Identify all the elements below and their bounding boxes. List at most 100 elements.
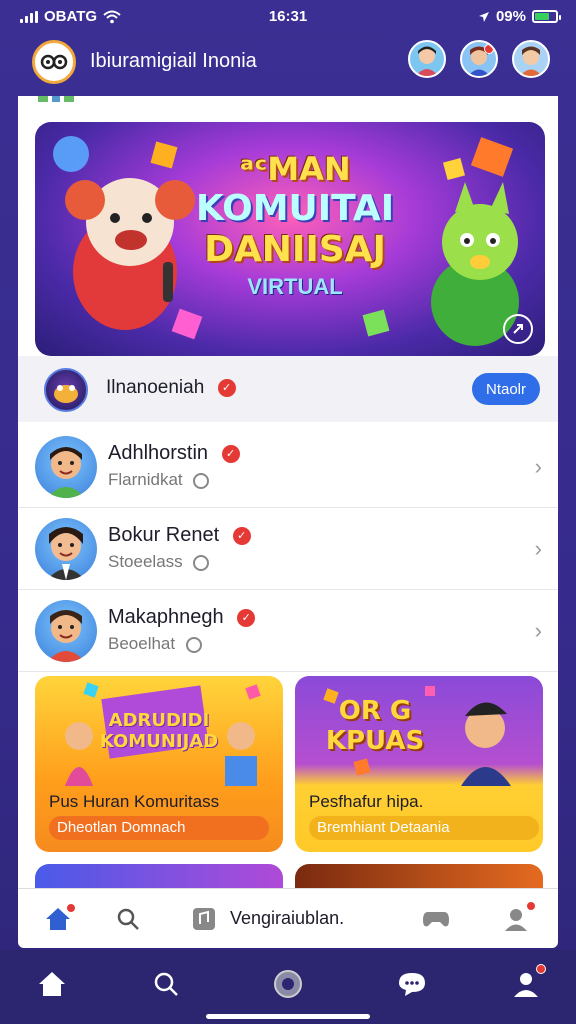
tab-center[interactable] (268, 964, 308, 1004)
promo-subtitle: Bremhiant Detaania (309, 816, 539, 840)
list-item-subtitle-text: Flarnidkat (108, 470, 183, 489)
speaker-icon (193, 472, 210, 489)
chat-bubble-icon (399, 973, 425, 996)
channel-row[interactable]: Ilnanoeniah ✓ Ntaolr (18, 356, 558, 422)
list-item-subtitle-text: Stoeelass (108, 552, 183, 571)
person-avatar-icon (47, 447, 85, 498)
list-item-name-text: Bokur Renet (108, 524, 220, 546)
promo-subtitle: Dheotlan Domnach (49, 816, 269, 840)
channel-name: Ilnanoeniah ✓ (106, 377, 236, 399)
hero-line-4: VIRTUAL (247, 274, 343, 299)
user-list: Adhlhorstin ✓ Flarnidkat › Bokur Renet ✓… (18, 426, 558, 672)
list-item-subtitle: Flarnidkat (108, 470, 210, 490)
search-icon[interactable] (112, 903, 144, 935)
home-icon (39, 972, 65, 996)
tab-profile[interactable] (506, 964, 546, 1004)
promo-art-text: OR G KPUAS (295, 696, 455, 756)
hero-line-1: ᵃᶜMAN (239, 150, 351, 188)
list-item-subtitle: Stoeelass (108, 552, 210, 572)
hero-line-2: KOMUITAI (195, 188, 395, 229)
status-bar: OBATG 16:31 09% (0, 0, 576, 34)
hero-banner[interactable]: ᵃᶜMAN KOMUITAI DANIISAJ VIRTUAL (35, 122, 545, 356)
chevron-right-icon: › (534, 618, 542, 643)
controller-icon (423, 912, 449, 927)
header-avatar-1[interactable] (408, 40, 446, 78)
search-icon (154, 972, 178, 996)
music-box-icon (193, 908, 215, 930)
channel-action-button[interactable]: Ntaolr (472, 373, 540, 405)
avatar (35, 600, 97, 662)
promo-card[interactable]: OR G KPUAS Pesfhafur hipa. Bremhiant Det… (295, 676, 543, 852)
verified-badge-icon: ✓ (232, 526, 251, 545)
channel-name-text: Ilnanoeniah (106, 377, 205, 398)
promo-title: Pesfhafur hipa. (309, 792, 424, 811)
list-item[interactable]: Bokur Renet ✓ Stoeelass › (18, 508, 558, 590)
promo-art-text-value: OR G KPUAS (325, 696, 425, 756)
promo-subtitle-text: Bremhiant Detaania (317, 819, 450, 836)
list-item-name: Makaphnegh ✓ (108, 606, 256, 629)
home-indicator (206, 1014, 370, 1019)
app-title: Ibiuramigiail Inonia (90, 50, 257, 72)
tab-messages[interactable] (392, 964, 432, 1004)
avatar (35, 518, 97, 580)
bottom-tab-bar (0, 950, 576, 1024)
speaker-icon (185, 636, 202, 653)
hero-line-3: DANIISAJ (204, 229, 386, 270)
list-item[interactable]: Makaphnegh ✓ Beoelhat › (18, 590, 558, 672)
home-icon[interactable] (42, 903, 76, 935)
promo-card[interactable]: ADRUDIDI KOMUNIJAD Pus Huran Komuritass … (35, 676, 283, 852)
verified-badge-icon: ✓ (217, 378, 236, 397)
battery-percent: 09% (495, 8, 526, 25)
promo-art-text-value: ADRUDIDI KOMUNIJAD (99, 710, 219, 752)
list-item-name: Bokur Renet ✓ (108, 524, 251, 547)
list-item-name-text: Makaphnegh (108, 606, 224, 628)
notification-dot (536, 964, 546, 974)
person-silhouette-icon (505, 909, 527, 931)
list-item-name-text: Adhlhorstin (108, 442, 209, 464)
app-header: Ibiuramigiail Inonia (0, 34, 576, 90)
tab-home[interactable] (32, 964, 72, 1004)
list-item-name: Adhlhorstin ✓ (108, 442, 240, 465)
channel-avatar[interactable] (44, 368, 88, 412)
list-item-subtitle-text: Beoelhat (108, 634, 176, 653)
magnifier-icon (117, 908, 139, 930)
person-avatar-icon (47, 527, 85, 580)
profile-icon[interactable] (500, 901, 536, 935)
battery-icon (532, 10, 561, 23)
verified-badge-icon: ✓ (237, 608, 256, 627)
hero-title: ᵃᶜMAN KOMUITAI DANIISAJ VIRTUAL (175, 150, 415, 300)
game-controller-icon[interactable] (420, 903, 452, 935)
globe-icon (274, 970, 302, 998)
promo-title: Pus Huran Komuritass (49, 792, 220, 811)
diagonal-arrow-icon (513, 324, 523, 334)
notification-dot (526, 901, 536, 911)
promo-art-text: ADRUDIDI KOMUNIJAD (35, 710, 283, 752)
avatar (35, 436, 97, 498)
status-right: 09% (478, 8, 561, 25)
header-avatar-3[interactable] (512, 40, 550, 78)
chevron-right-icon: › (534, 454, 542, 479)
tab-search[interactable] (146, 964, 186, 1004)
expand-icon[interactable] (503, 314, 533, 344)
notification-dot (66, 903, 76, 913)
scroll-hint (38, 96, 98, 104)
location-arrow-icon (478, 11, 489, 22)
main-content[interactable]: ᵃᶜMAN KOMUITAI DANIISAJ VIRTUAL Ilnanoen… (18, 96, 558, 896)
speaker-icon (193, 554, 210, 571)
notification-dot (484, 44, 494, 54)
secondary-nav: Vengiraiublan. (18, 888, 558, 948)
app-logo[interactable] (32, 40, 76, 84)
subnav-label[interactable]: Vengiraiublan. (230, 908, 344, 929)
header-avatar-2[interactable] (460, 40, 498, 78)
owl-face-icon (40, 54, 68, 70)
chevron-right-icon: › (534, 536, 542, 561)
person-avatar-icon (520, 46, 542, 76)
person-avatar-icon (416, 46, 438, 76)
list-item[interactable]: Adhlhorstin ✓ Flarnidkat › (18, 426, 558, 508)
verified-badge-icon: ✓ (221, 444, 240, 463)
profile-icon (514, 973, 538, 997)
promo-subtitle-text: Dheotlan Domnach (57, 819, 186, 836)
list-item-subtitle: Beoelhat (108, 634, 202, 654)
media-icon[interactable] (188, 903, 220, 935)
mascot-avatar-icon (54, 385, 78, 403)
